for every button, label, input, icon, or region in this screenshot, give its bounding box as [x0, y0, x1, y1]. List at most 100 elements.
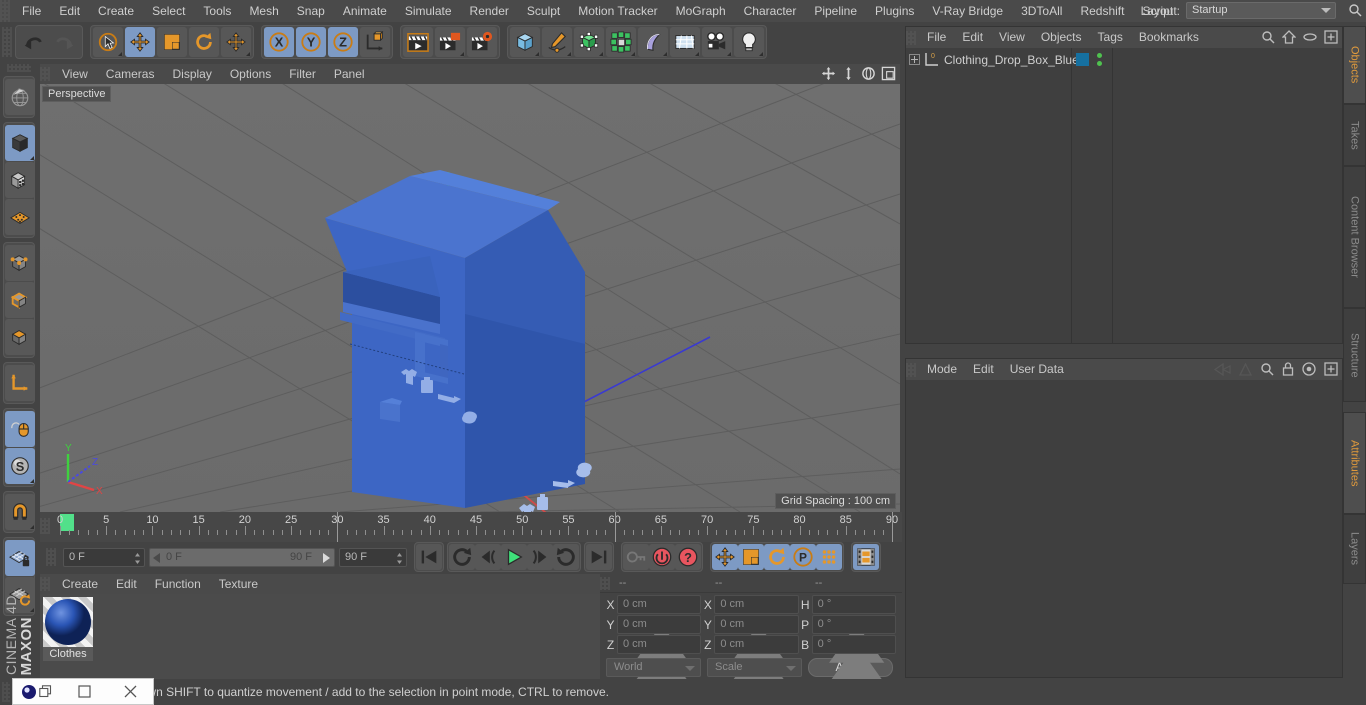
- material-menu-create[interactable]: Create: [53, 574, 107, 594]
- material-grip[interactable]: [40, 577, 50, 591]
- move-tool-button[interactable]: [125, 27, 155, 57]
- menu-item-character[interactable]: Character: [735, 0, 806, 22]
- previous-key-button[interactable]: [449, 544, 475, 570]
- record-question-button[interactable]: ?: [675, 544, 701, 570]
- key-points-button[interactable]: [816, 544, 842, 570]
- expand-icon[interactable]: [1324, 362, 1338, 376]
- render-settings-button[interactable]: [467, 27, 497, 57]
- object-row[interactable]: 0 Clothing_Drop_Box_Blue: [906, 50, 1342, 69]
- pan-icon[interactable]: [821, 66, 836, 81]
- menu-item-simulate[interactable]: Simulate: [396, 0, 461, 22]
- clothing-drop-box-model[interactable]: [40, 84, 900, 512]
- render-to-picture-viewer-button[interactable]: [435, 27, 465, 57]
- coordinates-grip[interactable]: [600, 576, 610, 590]
- menu-item-file[interactable]: File: [13, 0, 50, 22]
- timeline-grip[interactable]: [40, 518, 50, 534]
- size-z-field[interactable]: 0 cm: [714, 635, 799, 703]
- menu-item-pipeline[interactable]: Pipeline: [805, 0, 866, 22]
- menu-item-v-ray-bridge[interactable]: V-Ray Bridge: [923, 0, 1012, 22]
- position-z-field[interactable]: 0 cm: [617, 635, 702, 703]
- axis-modify-button[interactable]: [5, 365, 35, 401]
- menu-item-select[interactable]: Select: [143, 0, 194, 22]
- menu-item-animate[interactable]: Animate: [334, 0, 396, 22]
- menu-item-render[interactable]: Render: [461, 0, 518, 22]
- menu-item-mograph[interactable]: MoGraph: [667, 0, 735, 22]
- attributes-menu-edit[interactable]: Edit: [965, 359, 1002, 380]
- menu-item-edit[interactable]: Edit: [50, 0, 89, 22]
- autokey-button[interactable]: [623, 544, 649, 570]
- size-x-field[interactable]: 0 cm: [714, 595, 799, 663]
- attributes-body[interactable]: [906, 380, 1342, 677]
- object-menu-tags[interactable]: Tags: [1090, 27, 1131, 48]
- world-object-axis-button[interactable]: [360, 27, 390, 57]
- menu-item-mesh[interactable]: Mesh: [240, 0, 287, 22]
- status-grip[interactable]: [2, 682, 10, 702]
- menu-item-3dtoall[interactable]: 3DToAll: [1012, 0, 1071, 22]
- x-axis-lock-button[interactable]: X: [264, 27, 294, 57]
- maximize-icon[interactable]: [881, 66, 896, 81]
- viewport-menu-filter[interactable]: Filter: [280, 64, 325, 84]
- left-toolbar-grip[interactable]: [7, 64, 31, 72]
- dolly-icon[interactable]: [841, 66, 856, 81]
- tab-attributes[interactable]: Attributes: [1343, 412, 1366, 514]
- menu-item-redshift[interactable]: Redshift: [1071, 0, 1133, 22]
- menu-item-create[interactable]: Create: [89, 0, 143, 22]
- floating-window-titlebar[interactable]: [12, 678, 154, 705]
- point-mode-button[interactable]: [5, 245, 35, 281]
- coordinate-mode-dropdown[interactable]: Scale: [707, 658, 802, 677]
- object-manager-body[interactable]: 0 Clothing_Drop_Box_Blue: [906, 48, 1342, 343]
- target-icon[interactable]: [1302, 362, 1316, 376]
- restore-icon[interactable]: [39, 685, 52, 698]
- tab-structure[interactable]: Structure: [1343, 308, 1366, 402]
- model-mode-button[interactable]: [5, 125, 35, 161]
- live-selection-button[interactable]: [93, 27, 123, 57]
- record-active-objects-button[interactable]: [649, 544, 675, 570]
- material-tag[interactable]: [1076, 53, 1089, 66]
- orbit-icon[interactable]: [861, 66, 876, 81]
- preview-range-bar[interactable]: 0 F 90 F: [149, 547, 335, 567]
- spinner-icon[interactable]: [134, 552, 141, 565]
- viewport-3d[interactable]: Perspective Grid Spacing : 100 cm Y X Z: [40, 84, 900, 512]
- tab-content-browser[interactable]: Content Browser: [1343, 166, 1366, 308]
- end-frame-field[interactable]: 90 F: [339, 547, 407, 567]
- rotation-h-field[interactable]: 0 °: [811, 595, 896, 663]
- search-icon[interactable]: [1261, 30, 1275, 44]
- object-menu-edit[interactable]: Edit: [954, 27, 991, 48]
- current-frame-field[interactable]: 0 F: [63, 547, 145, 567]
- expand-icon[interactable]: [909, 54, 920, 65]
- add-scene-object-button[interactable]: [670, 27, 700, 57]
- material-menu-texture[interactable]: Texture: [210, 574, 267, 594]
- go-to-end-button[interactable]: [586, 544, 612, 570]
- workplane-button[interactable]: [5, 199, 35, 235]
- material-menu-function[interactable]: Function: [146, 574, 210, 594]
- object-menu-objects[interactable]: Objects: [1033, 27, 1090, 48]
- rotate-tool-button[interactable]: [189, 27, 219, 57]
- toolbar-grip[interactable]: [2, 27, 12, 57]
- tab-layers[interactable]: Layers: [1343, 514, 1366, 584]
- soft-selection-button[interactable]: S: [5, 448, 35, 484]
- menu-item-plugins[interactable]: Plugins: [866, 0, 923, 22]
- menu-item-motion-tracker[interactable]: Motion Tracker: [569, 0, 666, 22]
- key-scale-button[interactable]: [738, 544, 764, 570]
- z-axis-lock-button[interactable]: Z: [328, 27, 358, 57]
- menu-item-snap[interactable]: Snap: [288, 0, 334, 22]
- attributes-grip[interactable]: [906, 362, 916, 377]
- play-button[interactable]: [501, 544, 527, 570]
- size-y-field[interactable]: 0 cm: [714, 615, 799, 683]
- make-editable-button[interactable]: [5, 79, 35, 115]
- playbar-grip[interactable]: [46, 548, 56, 566]
- tab-takes[interactable]: Takes: [1343, 104, 1366, 166]
- scale-tool-button[interactable]: [157, 27, 187, 57]
- add-spline-button[interactable]: [542, 27, 572, 57]
- attributes-menu-user-data[interactable]: User Data: [1002, 359, 1072, 380]
- visibility-dots[interactable]: [1097, 53, 1102, 66]
- enable-snap-button[interactable]: [5, 411, 35, 447]
- close-button[interactable]: [107, 679, 153, 704]
- key-position-button[interactable]: [712, 544, 738, 570]
- next-key-button[interactable]: [553, 544, 579, 570]
- layout-dropdown[interactable]: Startup: [1186, 2, 1336, 19]
- render-view-button[interactable]: [403, 27, 433, 57]
- lock-icon[interactable]: [1282, 362, 1294, 376]
- key-param-button[interactable]: P: [790, 544, 816, 570]
- expand-icon[interactable]: [1324, 30, 1338, 44]
